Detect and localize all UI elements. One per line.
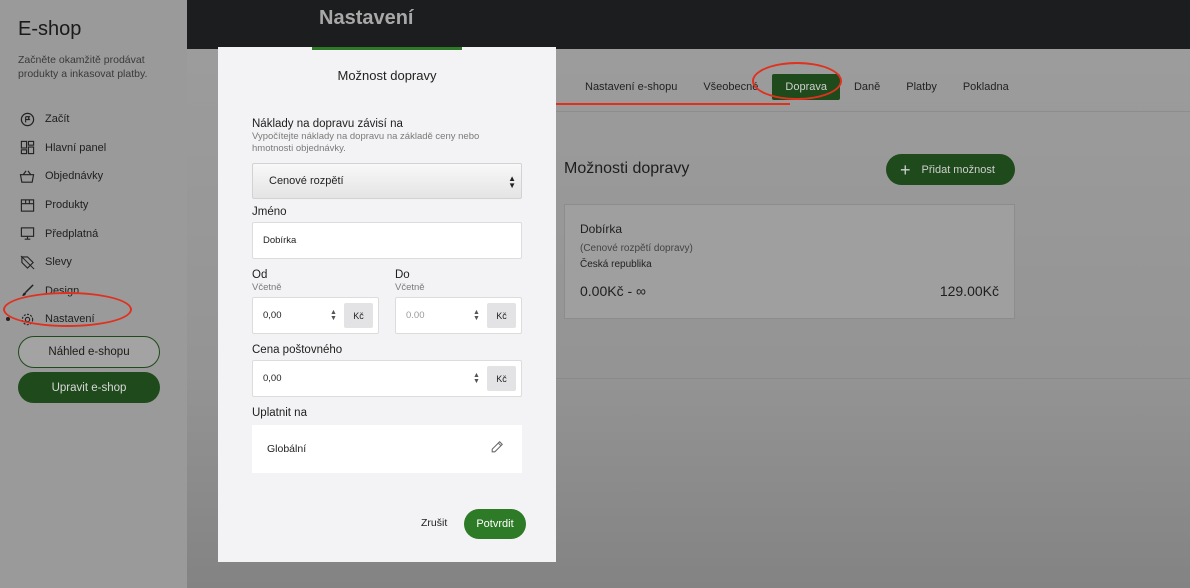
annotation-circle-tab (752, 62, 842, 100)
to-currency: Kč (487, 303, 516, 328)
sidebar-item-label: Začít (45, 113, 70, 126)
sidebar-title: E-shop (18, 18, 82, 40)
from-sublabel: Včetně (252, 282, 282, 293)
apply-label: Uplatnit na (252, 407, 307, 419)
sidebar-item-label: Objednávky (45, 170, 104, 183)
box-icon (18, 196, 36, 214)
tab-dane[interactable]: Daně (854, 81, 880, 93)
select-arrows-icon: ▲ ▼ (508, 174, 516, 190)
card-range: 0.00Kč - ∞ (580, 283, 647, 299)
sidebar-item-produkty[interactable]: Produkty (18, 191, 169, 220)
card-name: Dobírka (580, 222, 623, 236)
cost-help: Vypočítejte náklady na dopravu na základ… (252, 131, 480, 154)
card-country: Česká republika (580, 259, 652, 270)
tab-platby[interactable]: Platby (906, 81, 937, 93)
to-label: Do (395, 269, 410, 281)
postage-label: Cena poštovného (252, 344, 343, 356)
confirm-button[interactable]: Potvrdit (464, 509, 526, 539)
modal-title: Možnost dopravy (337, 68, 437, 83)
from-label: Od (252, 269, 268, 281)
cancel-button[interactable]: Zrušit (421, 517, 447, 529)
sidebar-item-slevy[interactable]: Slevy (18, 248, 169, 277)
page-title: Nastavení (319, 7, 414, 29)
pencil-icon[interactable] (490, 440, 504, 457)
apply-to-field[interactable]: Globální (252, 425, 522, 473)
content-divider (556, 378, 1190, 379)
to-stepper-icon[interactable]: ▲ ▼ (473, 309, 480, 322)
add-option-label: Přidat možnost (921, 163, 995, 176)
preview-shop-button[interactable]: Náhled e-shopu (18, 336, 160, 368)
postage-input[interactable]: 0,00 (252, 360, 522, 397)
tab-pokladna[interactable]: Pokladna (963, 81, 1009, 93)
modal-progress-bar (312, 47, 462, 50)
card-type: (Cenové rozpětí dopravy) (580, 243, 693, 254)
postage-currency: Kč (487, 366, 516, 391)
tab-vseobecne[interactable]: Všeobecné (703, 81, 758, 93)
from-currency: Kč (344, 303, 373, 328)
flag-icon (18, 110, 36, 128)
shipping-option-modal: Možnost dopravy Náklady na dopravu závis… (218, 47, 556, 562)
name-label: Jméno (252, 206, 287, 218)
cost-label: Náklady na dopravu závisí na (252, 118, 403, 130)
cost-basis-select[interactable]: Cenové rozpětí ▲ ▼ (252, 163, 522, 199)
apply-value: Globální (267, 443, 307, 455)
sidebar-item-label: Hlavní panel (45, 141, 107, 154)
cost-basis-value: Cenové rozpětí (269, 175, 344, 187)
name-input[interactable]: Dobírka (252, 222, 522, 259)
postage-stepper-icon[interactable]: ▲ ▼ (473, 372, 480, 385)
sidebar-item-label: Slevy (45, 256, 72, 269)
section-title: Možnosti dopravy (564, 160, 690, 177)
sidebar-description: Začněte okamžitě prodávat produkty a ink… (18, 54, 148, 80)
basket-icon (18, 167, 36, 185)
annotation-circle-sidebar (3, 292, 132, 327)
sidebar-item-predplatna[interactable]: Předplatná (18, 219, 169, 248)
sidebar-item-label: Předplatná (45, 227, 99, 240)
tabs-divider (556, 111, 1190, 112)
tab-nastaveni-eshopu[interactable]: Nastavení e-shopu (585, 81, 677, 93)
edit-shop-button[interactable]: Upravit e-shop (18, 372, 160, 403)
monitor-icon (18, 225, 36, 243)
sidebar-item-hlavni-panel[interactable]: Hlavní panel (18, 134, 169, 163)
add-option-button[interactable]: + Přidat možnost (886, 154, 1015, 185)
to-sublabel: Včetně (395, 282, 425, 293)
sidebar-item-objednavky[interactable]: Objednávky (18, 162, 169, 191)
tag-icon (18, 253, 36, 271)
sidebar-item-label: Produkty (45, 199, 89, 212)
from-stepper-icon[interactable]: ▲ ▼ (330, 309, 337, 322)
card-price: 129.00Kč (939, 283, 999, 299)
dashboard-icon (18, 139, 36, 157)
plus-icon: + (900, 159, 911, 180)
shipping-option-card[interactable]: Dobírka (Cenové rozpětí dopravy) Česká r… (564, 204, 1015, 319)
sidebar-item-zacit[interactable]: Začít (18, 105, 169, 134)
